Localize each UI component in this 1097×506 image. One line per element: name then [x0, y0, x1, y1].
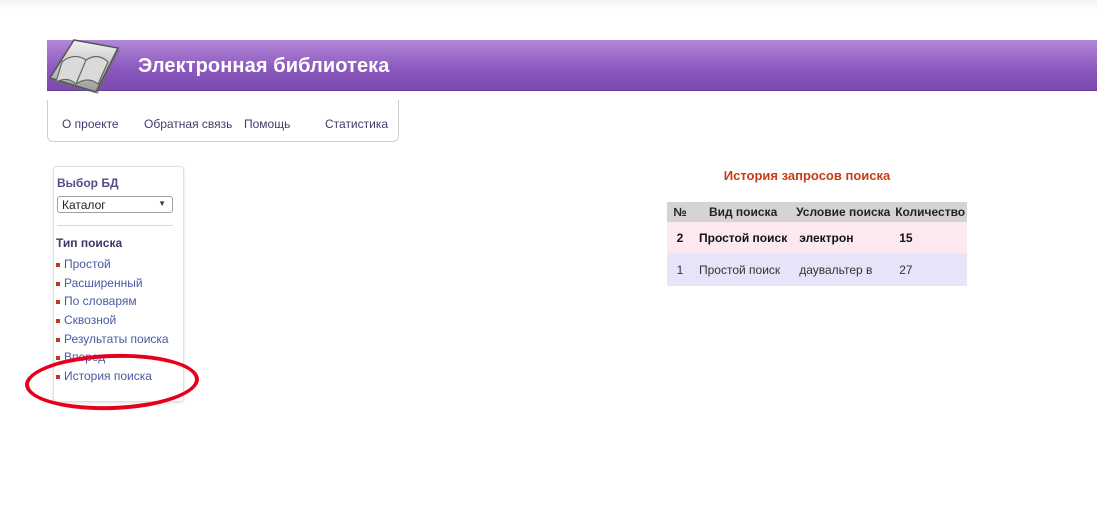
bullet-icon — [56, 337, 60, 342]
sidebar-item-label: Расширенный — [64, 275, 143, 290]
app-title: Электронная библиотека — [138, 55, 390, 77]
db-select-value: Каталог — [62, 198, 106, 212]
sidebar-item-label: Простой — [64, 257, 111, 271]
col-search-type: Вид поиска — [693, 202, 794, 222]
cell-search-type: Простой поиск — [693, 253, 794, 286]
bullet-icon — [56, 356, 60, 361]
table-row[interactable]: 2 Простой поиск электрон 15 — [667, 222, 968, 253]
cell-number: 1 — [667, 253, 693, 286]
search-type-heading: Тип поиска — [56, 236, 123, 250]
sidebar-item-label: Результаты поиска — [64, 331, 169, 346]
cell-count: 15 — [893, 222, 968, 253]
cell-number: 2 — [667, 222, 693, 253]
sidebar-item-label: Сквозной — [64, 313, 117, 328]
db-select[interactable]: Каталог ▼ — [57, 196, 173, 213]
table-row[interactable]: 1 Простой поиск даувальтер в 27 — [667, 253, 968, 286]
col-number: № — [667, 202, 693, 222]
col-condition: Условие поиска — [793, 202, 894, 222]
sidebar-divider — [57, 225, 173, 226]
cell-condition: даувальтер в — [793, 253, 894, 286]
table-header-row: № Вид поиска Условие поиска Количество — [667, 202, 968, 222]
nav-feedback[interactable]: Обратная связь — [144, 117, 232, 131]
nav-help[interactable]: Помощь — [244, 117, 290, 131]
nav-statistics[interactable]: Статистика — [325, 117, 388, 131]
cell-search-type: Простой поиск — [693, 222, 794, 253]
sidebar-item-crosscutting[interactable]: Сквозной — [56, 313, 169, 332]
dropdown-arrow-icon: ▼ — [158, 199, 166, 208]
sidebar-item-advanced[interactable]: Расширенный — [56, 276, 169, 295]
highlight-ellipse-annotation — [24, 350, 200, 414]
cell-count: 27 — [893, 253, 968, 286]
history-table: № Вид поиска Условие поиска Количество 2… — [667, 202, 968, 286]
book-logo-icon — [48, 39, 120, 94]
sidebar-item-label: По словарям — [64, 294, 137, 309]
col-count: Количество — [893, 202, 968, 222]
bullet-icon — [56, 263, 60, 267]
sidebar-item-dictionaries[interactable]: По словарям — [56, 294, 169, 313]
sidebar-item-results[interactable]: Результаты поиска — [56, 332, 169, 351]
history-title: История запросов поиска — [723, 168, 891, 183]
cell-condition: электрон — [793, 222, 894, 253]
bullet-icon — [56, 281, 60, 286]
bullet-icon — [56, 319, 60, 324]
nav-about[interactable]: О проекте — [62, 117, 119, 131]
db-select-heading: Выбор БД — [57, 176, 119, 190]
bullet-icon — [56, 300, 60, 305]
sidebar-item-simple[interactable]: Простой — [56, 257, 169, 276]
window-top-edge — [0, 0, 1097, 10]
